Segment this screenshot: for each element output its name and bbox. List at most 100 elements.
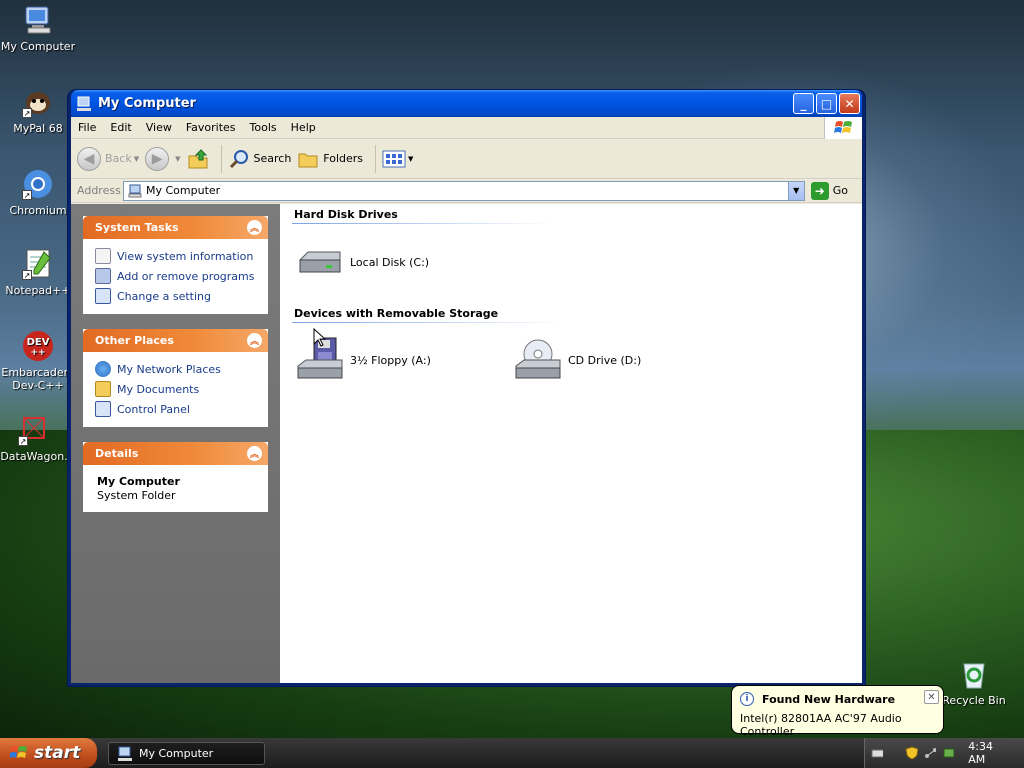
search-button[interactable]: Search (228, 148, 291, 170)
system-tasks-title: System Tasks (95, 221, 179, 234)
file-view: Hard Disk Drives Local Disk (C:) Devices… (280, 204, 862, 683)
address-value: My Computer (146, 184, 221, 197)
task-label: Change a setting (117, 289, 211, 303)
info-icon: i (740, 692, 754, 706)
views-icon (382, 150, 406, 167)
up-button[interactable] (187, 148, 209, 170)
task-label: View system information (117, 249, 254, 263)
place-control-panel[interactable]: Control Panel (95, 399, 256, 419)
maximize-button[interactable]: □ (816, 93, 837, 114)
desktop-icon-datawagon[interactable]: ↗ DataWagon. (0, 414, 74, 463)
computer-icon (118, 746, 132, 761)
toolbar: ◀ Back ▼ ▶ ▼ Search Folders ▼ (71, 139, 862, 179)
desktop-icon-recycle-bin[interactable]: Recycle Bin (934, 658, 1014, 707)
views-button[interactable]: ▼ (382, 149, 413, 169)
menu-edit[interactable]: Edit (103, 121, 138, 134)
place-my-network-places[interactable]: My Network Places (95, 359, 256, 379)
network-places-icon (95, 361, 111, 377)
add-remove-programs-icon (95, 268, 111, 284)
desktop-icon-devcpp[interactable]: DEV ++ Embarcadero Dev-C++ (0, 330, 78, 392)
toolbar-separator (220, 144, 222, 173)
back-label: Back (105, 152, 132, 165)
desktop-icon-label: DataWagon. (0, 450, 68, 463)
close-button[interactable]: ✕ (839, 93, 860, 114)
desktop-icon-mypal[interactable]: ↗ MyPal 68 (0, 86, 78, 135)
address-label: Address (77, 184, 121, 197)
menu-file[interactable]: File (71, 121, 103, 134)
drive-label: CD Drive (D:) (568, 353, 642, 367)
collapse-chevron-icon[interactable]: ︽ (247, 220, 262, 235)
collapse-chevron-icon[interactable]: ︽ (247, 446, 262, 461)
details-header[interactable]: Details ︽ (83, 442, 268, 465)
desktop-icon-label: My Computer (0, 40, 76, 53)
other-places-header[interactable]: Other Places ︽ (83, 329, 268, 352)
keyboard-icon[interactable] (871, 746, 884, 760)
balloon-title: Found New Hardware (762, 692, 896, 706)
desktop-icon-label: Notepad++ (5, 284, 71, 297)
back-button[interactable]: ◀ Back ▼ (77, 146, 140, 171)
place-my-documents[interactable]: My Documents (95, 379, 256, 399)
other-places-panel: Other Places ︽ My Network Places My Docu… (83, 329, 268, 427)
drive-cd-d[interactable]: CD Drive (D:) (514, 336, 641, 384)
go-button[interactable]: ➜ Go (805, 181, 862, 200)
taskbar: start My Computer 4:34 AM (0, 738, 1024, 768)
mouse-cursor-icon (313, 328, 327, 347)
search-icon (229, 149, 248, 168)
chevron-down-icon: ▼ (133, 154, 140, 163)
folders-button[interactable]: Folders (297, 148, 363, 170)
task-pane: System Tasks ︽ View system information A… (71, 204, 280, 683)
back-arrow-icon: ◀ (77, 146, 101, 171)
place-label: Control Panel (117, 402, 190, 416)
go-arrow-icon: ➜ (810, 181, 829, 200)
task-view-system-information[interactable]: View system information (95, 246, 256, 266)
windows-logo-icon (824, 117, 862, 139)
hard-disk-icon (296, 238, 344, 286)
chromium-icon: ↗ (22, 168, 54, 200)
start-button[interactable]: start (0, 738, 97, 768)
shortcut-arrow-icon: ↗ (18, 436, 28, 446)
recycle-bin-icon (958, 658, 990, 690)
forward-button[interactable]: ▶ ▼ (145, 146, 181, 171)
task-change-setting[interactable]: Change a setting (95, 286, 256, 306)
desktop-icon-notepadpp[interactable]: ↗ Notepad++ (0, 248, 78, 297)
menu-tools[interactable]: Tools (243, 121, 284, 134)
desktop-icon-chromium[interactable]: ↗ Chromium (0, 168, 78, 217)
forward-arrow-icon: ▶ (145, 146, 170, 171)
cd-drive-icon (514, 336, 562, 384)
system-tray: 4:34 AM (864, 738, 1024, 768)
details-item-name: My Computer (97, 475, 180, 488)
address-bar: Address My Computer ▼ ➜ Go (71, 179, 862, 203)
mypal-icon: ↗ (22, 86, 54, 118)
taskbar-button-my-computer[interactable]: My Computer (108, 742, 265, 765)
new-hardware-icon[interactable] (942, 746, 955, 760)
drive-local-disk-c[interactable]: Local Disk (C:) (296, 238, 429, 286)
minimize-button[interactable]: _ (793, 93, 814, 114)
drive-label: Local Disk (C:) (350, 255, 430, 269)
computer-icon (77, 96, 91, 111)
collapse-chevron-icon[interactable]: ︽ (247, 333, 262, 348)
chevron-down-icon: ▼ (408, 154, 414, 163)
desktop-icon-my-computer[interactable]: My Computer (0, 4, 78, 53)
menu-favorites[interactable]: Favorites (179, 121, 243, 134)
place-label: My Network Places (117, 362, 221, 376)
address-dropdown-button[interactable]: ▼ (787, 181, 804, 200)
balloon-close-button[interactable]: ✕ (924, 690, 939, 704)
menu-help[interactable]: Help (284, 121, 323, 134)
computer-icon (22, 4, 54, 36)
clock[interactable]: 4:34 AM (968, 740, 1008, 766)
desktop-icon-label: Chromium (9, 204, 67, 217)
shortcut-arrow-icon: ↗ (22, 190, 32, 200)
menu-view[interactable]: View (139, 121, 179, 134)
group-header-hard-disks: Hard Disk Drives (294, 208, 398, 221)
window-titlebar[interactable]: My Computer _ □ ✕ (71, 90, 862, 117)
task-add-remove-programs[interactable]: Add or remove programs (95, 266, 256, 286)
other-places-title: Other Places (95, 334, 174, 347)
details-title: Details (95, 447, 139, 460)
address-field[interactable]: My Computer ▼ (123, 180, 805, 201)
task-label: Add or remove programs (117, 269, 255, 283)
chevron-down-icon: ▼ (175, 154, 181, 163)
notification-balloon[interactable]: i Found New Hardware Intel(r) 82801AA AC… (731, 685, 944, 738)
security-shield-icon[interactable] (905, 746, 918, 760)
system-tasks-header[interactable]: System Tasks ︽ (83, 216, 268, 239)
network-icon[interactable] (924, 746, 936, 760)
